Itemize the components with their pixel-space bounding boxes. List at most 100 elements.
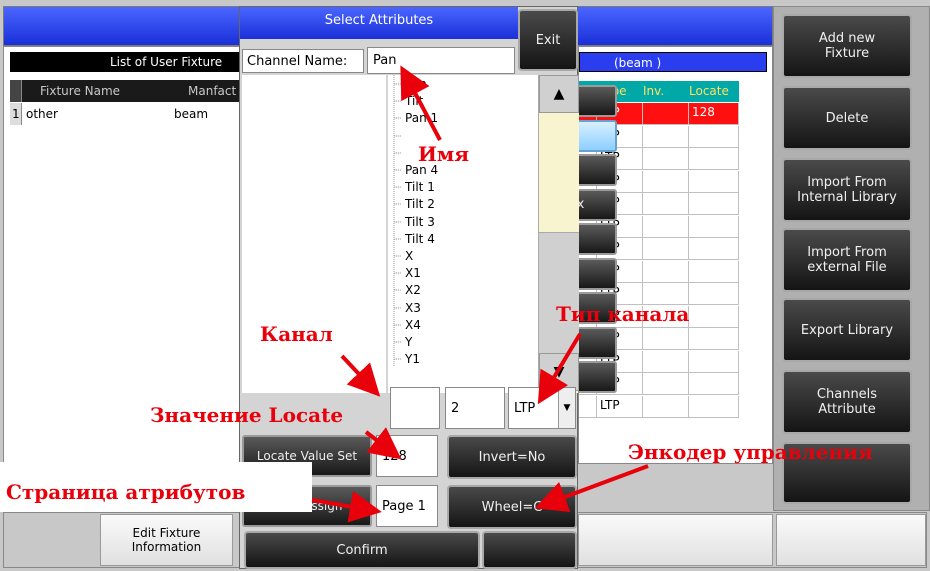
tree-connector: ┈ xyxy=(394,231,406,246)
tree-scrollbar[interactable]: ▲ ▼ xyxy=(538,75,579,393)
cell-type: LTP xyxy=(597,395,643,418)
annotation-locate-value: Значение Locate xyxy=(150,403,344,427)
cell-locate xyxy=(689,125,739,148)
edit-fixture-label: Edit Fixture Information xyxy=(131,526,202,554)
scroll-down-icon: ▼ xyxy=(553,364,565,380)
tree-item[interactable]: ┈ Tilt 3 xyxy=(394,215,435,229)
cell-inv xyxy=(643,238,689,260)
cell-inv xyxy=(643,350,689,373)
tree-item[interactable]: ┈ Tilt 1 xyxy=(394,180,435,194)
tree-connector: ┈ xyxy=(394,77,406,91)
annotation-control-encoder: Энкодер управления xyxy=(628,440,873,464)
delete-button[interactable]: Delete xyxy=(782,86,912,150)
cell-locate xyxy=(689,373,739,395)
tree-item[interactable]: ┈ Pan 1 xyxy=(394,111,438,125)
cell-inv xyxy=(643,395,689,418)
tree-connector: ┈ xyxy=(394,180,406,195)
cell-inv xyxy=(643,215,689,238)
tree-connector: ┈ xyxy=(394,249,406,263)
tree-connector: ┈ xyxy=(394,214,406,229)
tree-item[interactable]: ┈ X xyxy=(394,249,413,263)
channel-name-input[interactable]: Pan xyxy=(367,47,515,74)
scroll-thumb[interactable] xyxy=(539,113,579,233)
cell-locate xyxy=(689,260,739,283)
tree-item[interactable]: ┈ xyxy=(394,146,401,160)
tree-item[interactable]: ┈ Y1 xyxy=(394,352,420,366)
bottom-slot-3[interactable] xyxy=(578,514,773,566)
tree-connector: ┈ xyxy=(394,94,406,109)
fixture-list-panel: List of User Fixture Fixture Name Manfac… xyxy=(3,46,242,464)
cell-locate xyxy=(689,350,739,373)
cell-inv xyxy=(643,328,689,350)
tree-item[interactable]: ┈ Tilt xyxy=(394,94,423,108)
tree-connector: ┈ xyxy=(394,352,406,367)
tree-item[interactable]: ┈ xyxy=(394,129,401,143)
wheel-button[interactable]: Wheel=C xyxy=(447,485,577,529)
tree-item[interactable]: ┈ Pan xyxy=(394,77,427,91)
column-header-fixture-name[interactable]: Fixture Name xyxy=(40,84,120,98)
column-header-locate[interactable]: Locate xyxy=(689,84,729,98)
bottom-slot-4[interactable] xyxy=(776,514,926,566)
type-select[interactable]: LTP ▼ xyxy=(508,387,576,429)
tree-connector: ┈ xyxy=(394,283,406,298)
tree-connector: ┈ xyxy=(394,111,406,126)
confirm-button[interactable]: Confirm xyxy=(244,531,480,569)
annotation-channel: Канал xyxy=(260,322,333,346)
column-header-manufacturer[interactable]: Manfact xyxy=(188,84,236,98)
tree-item[interactable]: ┈ X4 xyxy=(394,318,421,332)
cell-locate xyxy=(689,148,739,170)
tree-connector: ┈ xyxy=(394,266,406,281)
tree-connector: ┈ xyxy=(394,335,406,349)
cell-locate xyxy=(689,193,739,215)
import-internal-library-button[interactable]: Import From Internal Library xyxy=(782,158,912,222)
cell-index xyxy=(579,395,597,418)
cell-locate xyxy=(689,215,739,238)
manufacturer-cell: beam xyxy=(174,107,209,121)
tree-connector: ┈ xyxy=(394,300,406,315)
column-header-inv[interactable]: Inv. xyxy=(643,84,664,98)
channel-number-field[interactable]: 2 xyxy=(445,387,505,429)
scroll-down-button[interactable]: ▼ xyxy=(539,353,579,391)
invert-button[interactable]: Invert=No xyxy=(447,435,577,479)
table-row[interactable]: LTP xyxy=(579,395,739,418)
cell-inv xyxy=(643,125,689,148)
cell-inv xyxy=(643,148,689,170)
scroll-up-button[interactable]: ▲ xyxy=(539,75,579,113)
header-corner xyxy=(10,80,22,102)
channel-tree-list[interactable]: ┈ Pan ┈ Tilt ┈ Pan 1 ┈ ┈ ┈ Pan 4 ┈ Tilt 1 ┈ T… xyxy=(388,75,538,393)
tree-item[interactable]: ┈ Y xyxy=(394,335,412,349)
import-external-file-button[interactable]: Import From external File xyxy=(782,228,912,292)
channels-attribute-button[interactable]: Channels Attribute xyxy=(782,370,912,434)
channel-name-label: Channel Name: xyxy=(242,49,364,73)
tree-item[interactable]: ┈ X2 xyxy=(394,283,421,297)
table-row[interactable]: 1 other beam xyxy=(10,103,242,125)
tree-item[interactable]: ┈ X1 xyxy=(394,266,421,280)
cell-inv xyxy=(643,103,689,125)
cell-locate xyxy=(689,238,739,260)
channel-number-input[interactable] xyxy=(390,387,440,429)
tree-connector: ┈ xyxy=(394,163,406,177)
tree-connector: ┈ xyxy=(394,128,402,143)
locate-value-input[interactable]: 128 xyxy=(376,435,438,477)
cell-locate xyxy=(689,395,739,418)
exit-button[interactable]: Exit xyxy=(518,9,578,71)
tree-connector: ┈ xyxy=(394,317,406,332)
cell-inv xyxy=(643,193,689,215)
dialog-title: Select Attributes xyxy=(324,12,434,28)
annotation-name: Имя xyxy=(418,142,470,166)
fixture-list-title: List of User Fixture xyxy=(10,52,242,72)
tree-item[interactable]: ┈ Tilt 4 xyxy=(394,232,435,246)
fixture-name-cell: other xyxy=(26,107,58,121)
edit-fixture-button[interactable]: Edit Fixture Information xyxy=(100,514,233,566)
exit-label: Exit xyxy=(535,32,561,48)
dialog-extra-button[interactable] xyxy=(482,531,577,569)
cell-locate: 128 xyxy=(689,103,739,125)
page-select[interactable]: Page 1 xyxy=(376,485,438,527)
export-library-button[interactable]: Export Library xyxy=(782,298,912,362)
tree-item[interactable]: ┈ Tilt 2 xyxy=(394,197,435,211)
add-new-fixture-button[interactable]: Add new Fixture xyxy=(782,14,912,78)
tree-item[interactable]: ┈ X3 xyxy=(394,301,421,315)
channel-table-title: (beam ) xyxy=(579,52,767,72)
cell-locate xyxy=(689,283,739,305)
annotation-channel-type: Тип канала xyxy=(556,302,690,326)
